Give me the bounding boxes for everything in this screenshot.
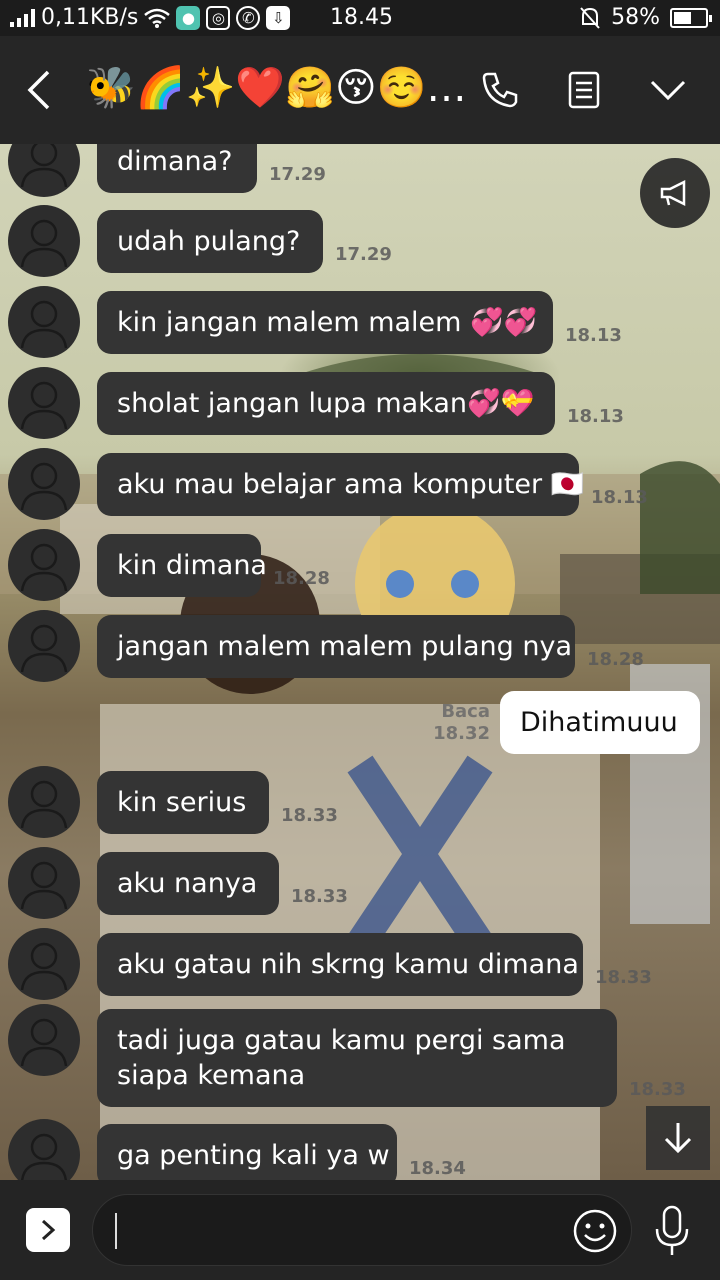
message-time: 18.34 (409, 1158, 466, 1179)
call-icon (482, 72, 518, 108)
contact-avatar[interactable] (8, 766, 80, 838)
message-bubble-incoming[interactable]: dimana? (97, 144, 257, 193)
expand-menu-button[interactable] (26, 1208, 70, 1252)
contact-avatar[interactable] (8, 144, 80, 197)
back-icon[interactable] (22, 68, 58, 112)
message-bubble-incoming[interactable]: kin serius (97, 771, 269, 834)
message-time: 17.29 (335, 244, 392, 265)
message-bubble-outgoing[interactable]: Dihatimuuu (500, 691, 700, 754)
contact-avatar[interactable] (8, 448, 80, 520)
signal-icon (10, 8, 35, 27)
scroll-to-bottom-button[interactable] (646, 1106, 710, 1170)
announcement-button[interactable] (640, 158, 710, 228)
message-bubble-incoming[interactable]: kin jangan malem malem 💞💞 (97, 291, 553, 354)
contact-avatar[interactable] (8, 1004, 80, 1076)
whatsapp-icon: ✆ (236, 5, 261, 30)
chevron-right-icon (41, 1219, 56, 1241)
message-time: 18.33 (595, 967, 652, 988)
notes-button[interactable] (560, 66, 608, 114)
message-time: 18.33 (281, 805, 338, 826)
person-icon (20, 300, 68, 349)
person-icon (20, 1018, 68, 1067)
message-bubble-incoming[interactable]: jangan malem malem pulang nya (97, 615, 575, 678)
contact-avatar[interactable] (8, 529, 80, 601)
chat-area[interactable]: dimana? 17.29 udah pulang? 17.29 kin jangan … (0, 144, 720, 1180)
wifi-icon (144, 8, 171, 28)
message-input-bar (0, 1180, 720, 1280)
contact-avatar[interactable] (8, 847, 80, 919)
contact-avatar[interactable] (8, 367, 80, 439)
contact-avatar[interactable] (8, 928, 80, 1000)
message-time: 18.33 (291, 886, 348, 907)
status-bar: 0,11KB/s ● ◎ ✆ ⇩ 18.45 58% (0, 0, 720, 36)
arrow-down-icon (664, 1123, 692, 1154)
message-time: 17.29 (269, 164, 326, 185)
mute-bell-icon (580, 6, 600, 29)
message-time: 18.28 (587, 649, 644, 670)
message-time: 18.13 (591, 487, 648, 508)
message-bubble-incoming[interactable]: udah pulang? (97, 210, 323, 273)
contact-avatar[interactable] (8, 1119, 80, 1180)
message-bubble-incoming[interactable]: aku gatau nih skrng kamu dimana (97, 933, 583, 996)
clock: 18.45 (330, 5, 393, 30)
chevron-down-icon (650, 80, 686, 101)
message-bubble-incoming[interactable]: kin dimana (97, 534, 267, 597)
person-icon (20, 1133, 68, 1180)
read-receipt: Baca (441, 701, 490, 722)
message-time: 18.13 (567, 406, 624, 427)
message-time: 18.33 (629, 1079, 686, 1100)
call-button[interactable] (476, 66, 524, 114)
chat-title[interactable]: 🐝🌈✨❤️🤗😚☺️… (86, 64, 467, 111)
contact-avatar[interactable] (8, 205, 80, 277)
person-icon (20, 861, 68, 910)
message-bubble-incoming[interactable]: aku mau belajar ama komputer 🇯🇵 (97, 453, 584, 516)
text-caret (115, 1213, 117, 1249)
notes-icon (568, 71, 600, 109)
person-icon (20, 381, 68, 430)
message-bubble-incoming[interactable]: tadi juga gatau kamu pergi sama siapa ke… (97, 1009, 617, 1107)
person-icon (20, 543, 68, 592)
message-bubble-incoming[interactable]: aku nanya (97, 852, 279, 915)
instagram-icon: ◎ (206, 5, 231, 30)
network-speed: 0,11KB/s (41, 5, 139, 30)
person-icon (20, 219, 68, 268)
messenger-icon: ● (176, 5, 201, 30)
contact-avatar[interactable] (8, 610, 80, 682)
contact-avatar[interactable] (8, 286, 80, 358)
message-bubble-incoming[interactable]: ga penting kali ya w (97, 1124, 397, 1180)
message-time: 18.32 (433, 723, 490, 744)
megaphone-icon (660, 179, 686, 207)
message-bubble-incoming[interactable]: sholat jangan lupa makan💞💝 (97, 372, 555, 435)
person-icon (20, 780, 68, 829)
battery-percent: 58% (611, 5, 660, 30)
message-input[interactable] (92, 1194, 632, 1266)
menu-expand-button[interactable] (644, 66, 692, 114)
person-icon (20, 624, 68, 673)
person-icon (20, 942, 68, 991)
chat-header: 🐝🌈✨❤️🤗😚☺️… (0, 36, 720, 144)
person-icon (20, 462, 68, 511)
person-icon (20, 144, 68, 188)
message-time: 18.28 (273, 568, 330, 589)
battery-icon (670, 7, 712, 28)
message-time: 18.13 (565, 325, 622, 346)
download-icon: ⇩ (266, 5, 291, 30)
microphone-icon[interactable] (652, 1204, 692, 1258)
emoji-icon[interactable] (572, 1208, 618, 1254)
